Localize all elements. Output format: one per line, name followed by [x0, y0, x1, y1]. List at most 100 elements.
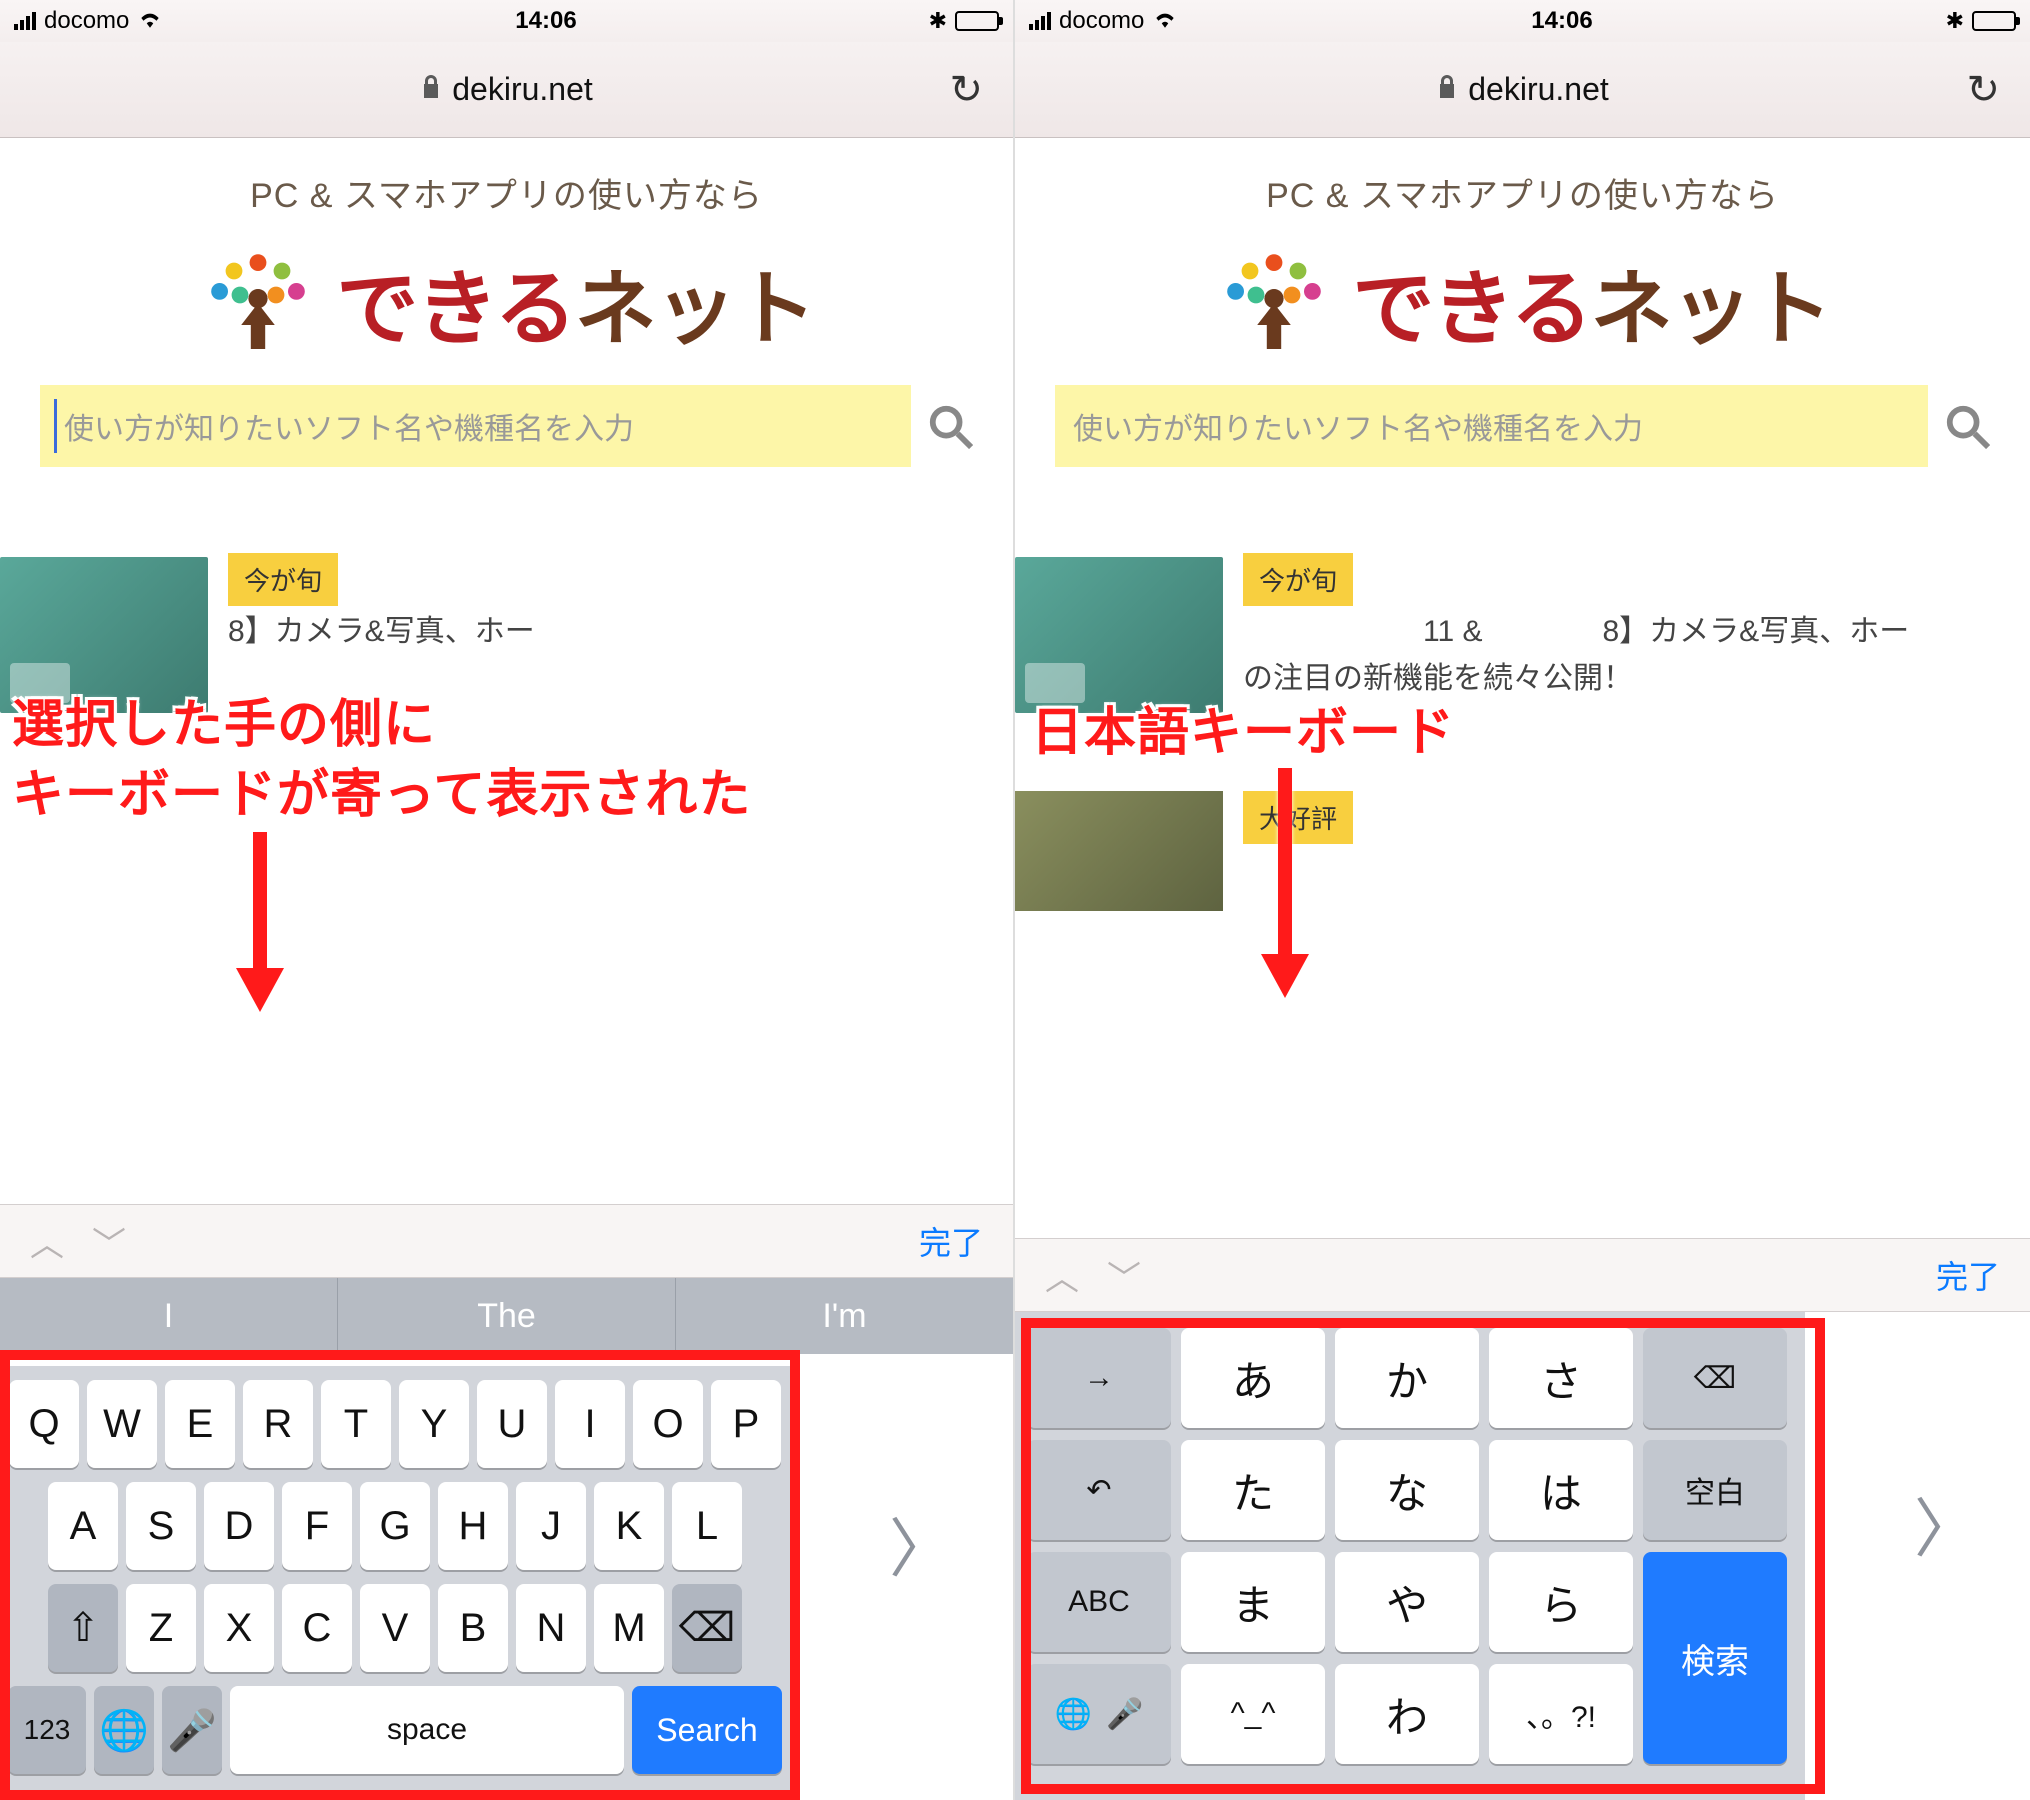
refresh-button[interactable]: ↻	[949, 67, 983, 113]
refresh-button[interactable]: ↻	[1966, 67, 2000, 113]
phone-left: docomo 14:06 ✱ dekiru.net ↻ PC & スマホアプリの…	[0, 0, 1015, 1800]
key-e[interactable]: E	[165, 1380, 235, 1468]
mic-key[interactable]: 🎤	[162, 1686, 222, 1774]
globe-icon: 🌐	[1055, 1697, 1092, 1732]
search-button[interactable]	[927, 403, 973, 449]
undo-key[interactable]: ↶	[1027, 1440, 1171, 1540]
webpage-content: PC & スマホアプリの使い方なら できるネット 使い方が知りたいソフト名や機種…	[1015, 138, 2030, 911]
numbers-key[interactable]: 123	[8, 1686, 86, 1774]
kana-ya-key[interactable]: や	[1335, 1552, 1479, 1652]
done-button[interactable]: 完了	[919, 1218, 983, 1264]
key-g[interactable]: G	[360, 1482, 430, 1570]
key-b[interactable]: B	[438, 1584, 508, 1672]
done-button[interactable]: 完了	[1936, 1252, 2000, 1298]
keyboard-accessory-bar: ︿ ﹀ 完了	[0, 1204, 1013, 1278]
key-w[interactable]: W	[87, 1380, 157, 1468]
key-c[interactable]: C	[282, 1584, 352, 1672]
backspace-key[interactable]: ⌫	[672, 1584, 742, 1672]
key-z[interactable]: Z	[126, 1584, 196, 1672]
url-text: dekiru.net	[1468, 71, 1609, 108]
backspace-key[interactable]: ⌫	[1643, 1328, 1787, 1428]
globe-key[interactable]: 🌐	[94, 1686, 154, 1774]
arrow-icon	[230, 832, 290, 1017]
key-m[interactable]: M	[594, 1584, 664, 1672]
kana-face-key[interactable]: ^_^	[1181, 1664, 1325, 1764]
logo-tree-icon	[1214, 241, 1334, 361]
site-tagline: PC & スマホアプリの使い方なら	[1015, 138, 2030, 235]
space-key-jp[interactable]: 空白	[1643, 1440, 1787, 1540]
key-r[interactable]: R	[243, 1380, 313, 1468]
key-f[interactable]: F	[282, 1482, 352, 1570]
prev-field-button[interactable]: ︿	[1045, 1251, 1079, 1300]
tab-key[interactable]: →	[1027, 1328, 1171, 1428]
key-o[interactable]: O	[633, 1380, 703, 1468]
signal-icon	[1029, 12, 1051, 30]
prev-field-button[interactable]: ︿	[30, 1217, 64, 1266]
qwerty-keyboard: QWERTYUIOP ASDFGHJKL ⇧ ZXCVBNM ⌫ 123 🌐 🎤…	[0, 1366, 790, 1800]
article-title[interactable]: 8】カメラ&写真、ホー	[228, 609, 993, 656]
key-u[interactable]: U	[477, 1380, 547, 1468]
url-text: dekiru.net	[452, 71, 593, 108]
site-tagline: PC & スマホアプリの使い方なら	[0, 138, 1013, 235]
key-t[interactable]: T	[321, 1380, 391, 1468]
globe-mic-key[interactable]: 🌐🎤	[1027, 1664, 1171, 1764]
key-k[interactable]: K	[594, 1482, 664, 1570]
key-y[interactable]: Y	[399, 1380, 469, 1468]
key-d[interactable]: D	[204, 1482, 274, 1570]
article-thumbnail-2[interactable]	[1015, 791, 1223, 911]
search-key-jp[interactable]: 検索	[1643, 1552, 1787, 1764]
bluetooth-icon: ✱	[929, 8, 947, 34]
next-field-button[interactable]: ﹀	[92, 1217, 126, 1266]
search-button[interactable]	[1944, 403, 1990, 449]
key-j[interactable]: J	[516, 1482, 586, 1570]
search-input[interactable]: 使い方が知りたいソフト名や機種名を入力	[40, 385, 911, 467]
key-n[interactable]: N	[516, 1584, 586, 1672]
article-title[interactable]: 11 & 8】カメラ&写真、ホー の注目の新機能を続々公開！	[1243, 609, 2010, 702]
abc-key[interactable]: ABC	[1027, 1552, 1171, 1652]
article-thumbnail[interactable]	[1015, 557, 1223, 713]
lock-icon	[420, 71, 442, 108]
key-s[interactable]: S	[126, 1482, 196, 1570]
kana-sa-key[interactable]: さ	[1489, 1328, 1633, 1428]
kana-ta-key[interactable]: た	[1181, 1440, 1325, 1540]
kana-ka-key[interactable]: か	[1335, 1328, 1479, 1428]
key-h[interactable]: H	[438, 1482, 508, 1570]
key-a[interactable]: A	[48, 1482, 118, 1570]
key-q[interactable]: Q	[9, 1380, 79, 1468]
prediction-1[interactable]: I	[0, 1278, 338, 1354]
next-field-button[interactable]: ﹀	[1107, 1251, 1141, 1300]
url-display[interactable]: dekiru.net	[1436, 71, 1609, 108]
key-v[interactable]: V	[360, 1584, 430, 1672]
url-display[interactable]: dekiru.net	[420, 71, 593, 108]
prediction-2[interactable]: The	[338, 1278, 676, 1354]
annotation-left: 選択した手の側に キーボードが寄って表示された	[12, 690, 751, 830]
keyboard-expand-button[interactable]: 〉	[889, 1498, 953, 1590]
kana-ra-key[interactable]: ら	[1489, 1552, 1633, 1652]
space-key[interactable]: space	[230, 1686, 624, 1774]
search-key[interactable]: Search	[632, 1686, 782, 1774]
key-l[interactable]: L	[672, 1482, 742, 1570]
key-p[interactable]: P	[711, 1380, 781, 1468]
clock: 14:06	[1531, 7, 1592, 35]
key-i[interactable]: I	[555, 1380, 625, 1468]
keyboard-expand-button[interactable]: 〉	[1914, 1478, 1978, 1570]
kana-punct-key[interactable]: 、。?!	[1489, 1664, 1633, 1764]
kana-ha-key[interactable]: は	[1489, 1440, 1633, 1540]
site-logo[interactable]: できるネット	[0, 235, 1013, 385]
prediction-3[interactable]: I'm	[676, 1278, 1013, 1354]
carrier-label: docomo	[1059, 7, 1144, 35]
wifi-icon	[137, 7, 163, 35]
browser-nav-bar: dekiru.net ↻	[0, 42, 1013, 138]
kana-na-key[interactable]: な	[1335, 1440, 1479, 1540]
kana-ma-key[interactable]: ま	[1181, 1552, 1325, 1652]
kana-a-key[interactable]: あ	[1181, 1328, 1325, 1428]
shift-key[interactable]: ⇧	[48, 1584, 118, 1672]
search-input[interactable]: 使い方が知りたいソフト名や機種名を入力	[1055, 385, 1928, 467]
arrow-icon	[1255, 768, 1315, 1003]
bluetooth-icon: ✱	[1946, 8, 1964, 34]
search-placeholder: 使い方が知りたいソフト名や機種名を入力	[64, 404, 634, 448]
logo-text: できるネット	[336, 242, 814, 361]
kana-wa-key[interactable]: わ	[1335, 1664, 1479, 1764]
site-logo[interactable]: できるネット	[1015, 235, 2030, 385]
key-x[interactable]: X	[204, 1584, 274, 1672]
